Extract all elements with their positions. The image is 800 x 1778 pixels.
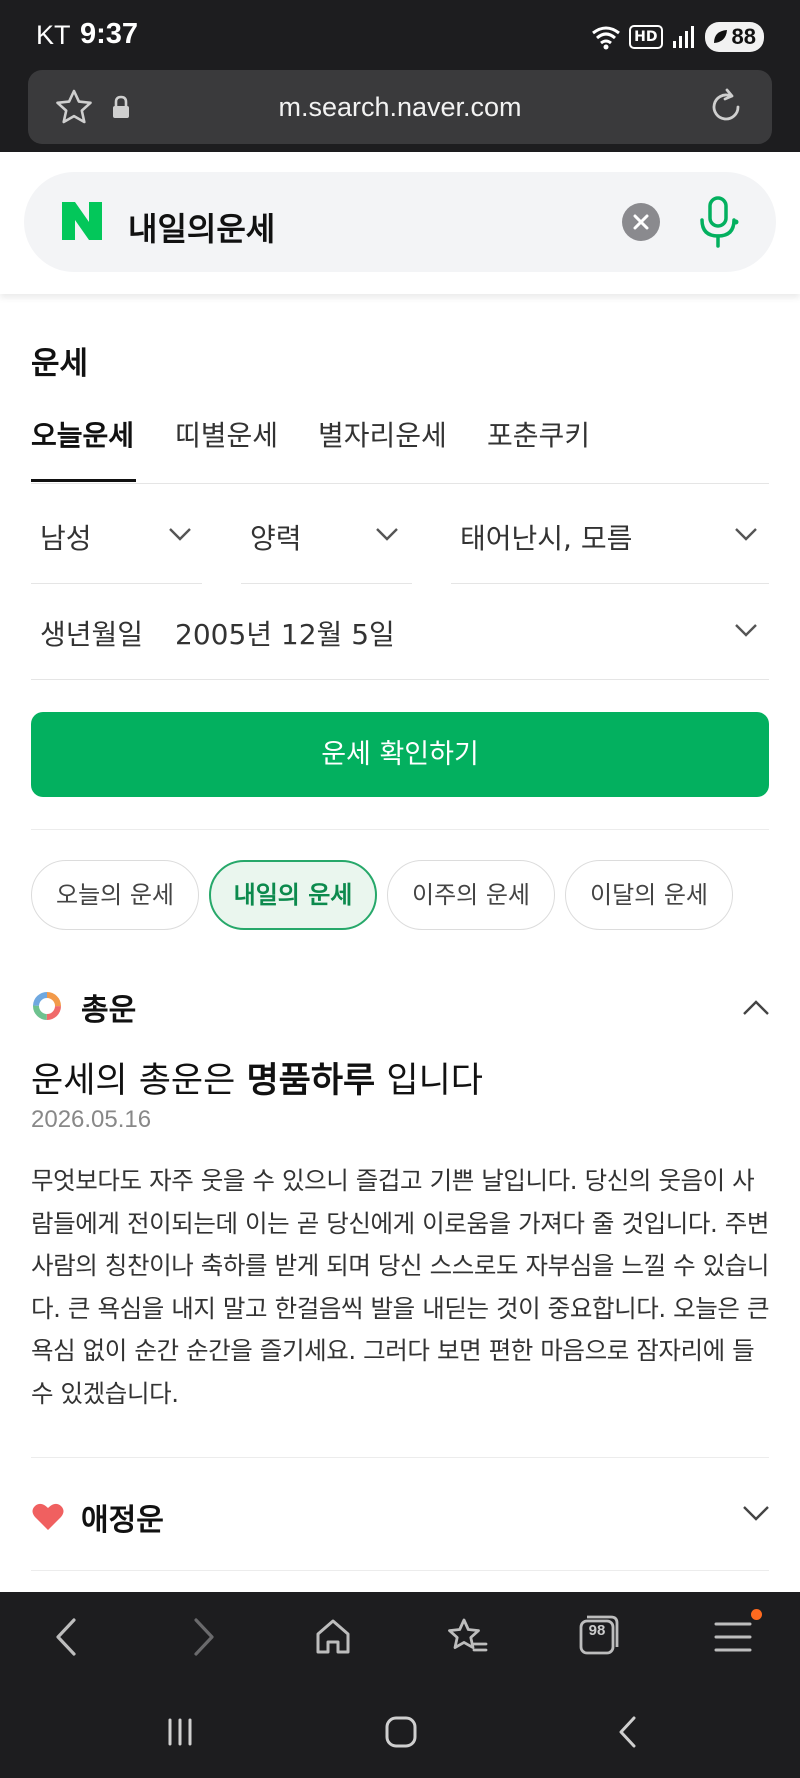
mic-icon[interactable] (696, 194, 740, 250)
tabs-button[interactable]: 98 (578, 1614, 620, 1656)
tab-zodiac-animal[interactable]: 띠별운세 (175, 414, 278, 454)
gender-select[interactable]: 남성 (31, 487, 202, 584)
chevron-down-icon (376, 528, 398, 541)
back-icon[interactable] (44, 1614, 90, 1660)
notification-dot (751, 1609, 762, 1620)
status-icons: HD 88 (591, 22, 764, 52)
browser-toolbar: 98 (0, 1592, 800, 1682)
chevron-down-icon[interactable] (742, 1505, 770, 1521)
battery-level: 88 (731, 24, 756, 49)
headline-suffix: 입니다 (375, 1061, 483, 1101)
hd-voice-icon: HD (629, 25, 663, 49)
url-text[interactable]: m.search.naver.com (28, 92, 772, 123)
fortune-body: 무엇보다도 자주 웃을 수 있으니 즐겁고 기쁜 날입니다. 당신의 웃음이 사… (31, 1166, 770, 1408)
calendar-select[interactable]: 양력 (241, 487, 412, 584)
leaf-icon (713, 30, 727, 43)
battery-indicator: 88 (704, 22, 764, 52)
tab-today[interactable]: 오늘운세 (31, 414, 134, 454)
reload-icon[interactable] (706, 87, 746, 127)
chip-month-fortune[interactable]: 이달의 운세 (565, 860, 733, 930)
search-query[interactable]: 내일의운세 (128, 204, 275, 250)
divider (31, 1457, 769, 1458)
forward-icon[interactable] (180, 1614, 226, 1660)
fortune-date: 2026.05.16 (31, 1106, 152, 1133)
clock: 9:37 (80, 18, 139, 50)
recent-apps-icon[interactable] (162, 1714, 198, 1750)
pie-icon (33, 992, 61, 1020)
headline-prefix: 운세의 총운은 (31, 1061, 247, 1101)
summary-title: 총운 (81, 993, 137, 1028)
fortune-tabs: 오늘운세 띠별운세 별자리운세 포춘쿠키 (31, 412, 769, 484)
birthdate-select[interactable]: 생년월일 2005년 12월 5일 (31, 583, 769, 680)
section-title: 운세 (31, 346, 89, 382)
chip-today-fortune[interactable]: 오늘의 운세 (31, 860, 199, 930)
calendar-value: 양력 (250, 522, 302, 555)
chevron-down-icon (169, 528, 191, 541)
system-back-icon[interactable] (610, 1714, 646, 1750)
tab-fortune-cookie[interactable]: 포춘쿠키 (487, 414, 590, 454)
search-box[interactable]: 내일의운세 (24, 172, 776, 272)
birth-time-value: 태어난시, 모름 (460, 522, 633, 555)
fortune-headline: 운세의 총운은 명품하루 입니다 (31, 1052, 483, 1103)
check-fortune-button[interactable]: 운세 확인하기 (31, 712, 769, 797)
love-title: 애정운 (81, 1503, 164, 1538)
chevron-down-icon (735, 528, 757, 541)
chip-week-fortune[interactable]: 이주의 운세 (387, 860, 555, 930)
headline-bold: 명품하루 (246, 1061, 376, 1101)
birthdate-label: 생년월일 (40, 618, 144, 651)
bookmarks-icon[interactable] (444, 1614, 490, 1660)
browser-url-area: m.search.naver.com (0, 68, 800, 152)
gender-value: 남성 (40, 522, 92, 555)
home-icon[interactable] (310, 1614, 356, 1660)
clear-button[interactable] (622, 203, 660, 241)
active-tab-underline (31, 479, 136, 482)
status-bar: KT 9:37 HD 88 (0, 0, 800, 68)
divider (31, 829, 769, 830)
search-header: 내일의운세 (0, 152, 800, 294)
birth-time-select[interactable]: 태어난시, 모름 (451, 487, 769, 584)
home-button-icon[interactable] (383, 1714, 419, 1750)
naver-logo[interactable] (60, 200, 104, 242)
address-bar[interactable]: m.search.naver.com (28, 70, 772, 144)
heart-icon (32, 1503, 64, 1530)
menu-icon[interactable] (710, 1614, 756, 1660)
system-navigation-bar (0, 1682, 800, 1778)
tabs-count: 98 (588, 1622, 606, 1639)
wifi-icon (592, 26, 621, 50)
chip-tomorrow-fortune[interactable]: 내일의 운세 (209, 860, 377, 930)
birthdate-value: 2005년 12월 5일 (175, 618, 395, 651)
clear-icon (633, 214, 649, 230)
carrier-label: KT (36, 20, 71, 50)
chevron-up-icon[interactable] (742, 1000, 770, 1016)
divider (31, 1570, 769, 1571)
tab-constellation[interactable]: 별자리운세 (318, 414, 447, 454)
signal-icon (672, 26, 694, 48)
chevron-down-icon (735, 624, 757, 637)
